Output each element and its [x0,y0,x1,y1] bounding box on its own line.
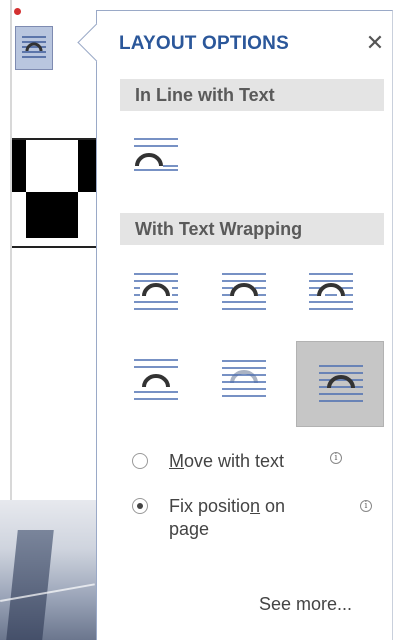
close-button[interactable]: ✕ [362,29,388,57]
section-header-wrapping: With Text Wrapping [120,213,384,245]
through-wrap-icon [309,273,353,310]
radio-selected-dot [137,503,143,509]
document-image-block [26,192,78,238]
wrap-option-in-line-with-text[interactable] [121,121,191,191]
info-icon[interactable]: i [360,500,372,512]
layout-options-icon [22,36,46,58]
wrap-option-behind-text[interactable] [209,342,279,412]
wrap-option-through[interactable] [296,256,366,326]
square-wrap-icon [134,273,178,310]
radio-button-move-with-text[interactable] [132,453,148,469]
section-header-inline: In Line with Text [120,79,384,111]
radio-label-move-with-text: Move with text [169,451,285,471]
inline-wrap-icon [134,138,178,171]
behind-text-wrap-icon [222,360,266,397]
close-icon: ✕ [365,30,385,55]
radio-button-fix-position-on-page[interactable] [132,498,148,514]
radio-label-fix-position-on-page: Fix position on page [169,496,286,539]
wrap-option-top-and-bottom[interactable] [121,342,191,412]
document-table-border [12,246,96,248]
panel-pointer-mask [97,26,117,60]
wrap-option-in-front-of-text[interactable] [296,341,384,427]
top-bottom-wrap-icon [134,359,178,400]
info-icon[interactable]: i [330,452,342,464]
panel-title: LAYOUT OPTIONS [119,33,289,54]
tight-wrap-icon [222,273,266,310]
layout-options-button[interactable] [15,26,53,70]
see-more-link[interactable]: See more... [259,594,352,615]
wrap-option-tight[interactable] [209,256,279,326]
document-canvas [0,0,96,640]
in-front-of-text-wrap-icon [319,365,363,402]
document-image-block [12,140,26,192]
wrap-option-square[interactable] [121,256,191,326]
selection-handle[interactable] [14,8,21,15]
word-window: LAYOUT OPTIONS ✕ In Line with Text With … [0,0,399,640]
document-image-block [78,140,96,192]
